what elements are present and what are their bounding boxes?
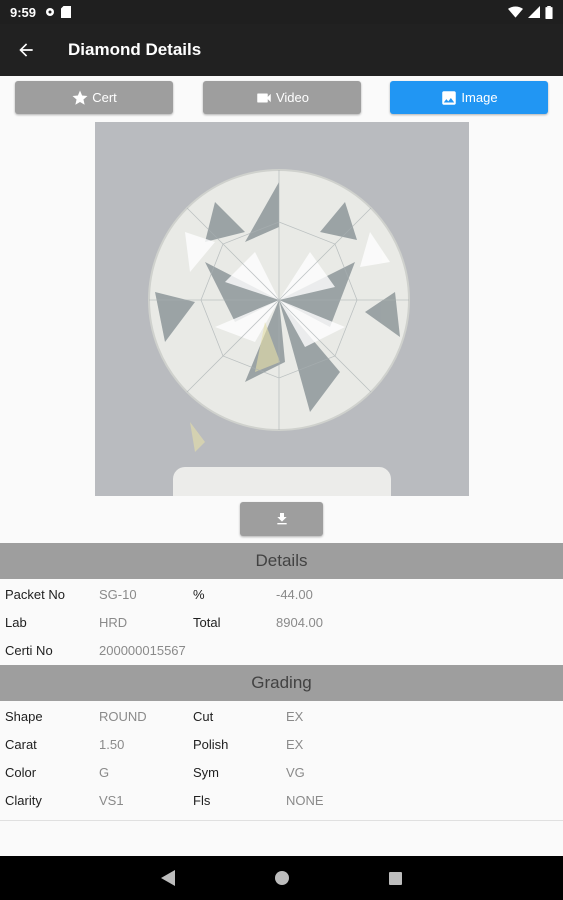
- fls-label: Fls: [193, 793, 211, 808]
- table-row: Shape ROUND Cut EX: [0, 702, 563, 730]
- polish-label: Polish: [193, 737, 229, 752]
- fls-value: NONE: [286, 793, 324, 808]
- signal-icon: [528, 6, 540, 18]
- status-bar: 9:59: [0, 0, 563, 24]
- table-row: Clarity VS1 Fls NONE: [0, 786, 563, 814]
- diamond-image: [95, 122, 469, 496]
- clarity-label: Clarity: [5, 793, 42, 808]
- percent-value: -44.00: [276, 587, 313, 602]
- total-label: Total: [193, 615, 221, 630]
- shape-value: ROUND: [99, 709, 147, 724]
- table-row: Certi No 200000015567: [0, 636, 563, 664]
- tab-cert-label: Cert: [92, 90, 117, 105]
- table-row: Packet No SG-10 % -44.00: [0, 580, 563, 608]
- tab-video-label: Video: [275, 90, 309, 105]
- arrow-back-icon: [19, 43, 33, 57]
- color-label: Color: [5, 765, 37, 780]
- tab-image[interactable]: Image: [390, 81, 548, 114]
- sym-label: Sym: [193, 765, 219, 780]
- nav-back-icon[interactable]: [161, 870, 175, 886]
- carat-label: Carat: [5, 737, 37, 752]
- settings-icon: [46, 8, 55, 16]
- shape-label: Shape: [5, 709, 43, 724]
- certi-no-label: Certi No: [5, 643, 53, 658]
- status-time: 9:59: [10, 4, 37, 20]
- packet-no-label: Packet No: [5, 587, 65, 602]
- nav-home-icon[interactable]: [275, 871, 289, 885]
- clarity-value: VS1: [99, 793, 124, 808]
- certi-no-value: 200000015567: [99, 643, 186, 658]
- download-icon: [276, 513, 287, 525]
- percent-label: %: [193, 587, 205, 602]
- cut-value: EX: [286, 709, 304, 724]
- download-button[interactable]: [240, 502, 323, 536]
- media-tabs: Cert Video Image: [0, 76, 563, 120]
- lab-label: Lab: [5, 615, 27, 630]
- total-value: 8904.00: [276, 615, 323, 630]
- color-value: G: [99, 765, 110, 780]
- videocam-icon: [257, 93, 271, 102]
- table-row: Color G Sym VG: [0, 758, 563, 786]
- system-nav-bar: [0, 856, 563, 900]
- cut-label: Cut: [193, 709, 214, 724]
- star-icon: [72, 90, 88, 105]
- back-button[interactable]: [0, 24, 52, 76]
- sym-value: VG: [286, 765, 305, 780]
- details-header: Details: [0, 543, 563, 579]
- tab-cert[interactable]: Cert: [15, 81, 173, 114]
- image-icon: [442, 90, 457, 105]
- table-row: Carat 1.50 Polish EX: [0, 730, 563, 758]
- nav-recents-icon[interactable]: [389, 871, 402, 885]
- lab-value: HRD: [99, 615, 128, 630]
- divider: [0, 820, 563, 821]
- page-title: Diamond Details: [68, 40, 202, 59]
- carat-value: 1.50: [99, 737, 125, 752]
- tab-image-label: Image: [461, 90, 498, 105]
- tab-video[interactable]: Video: [203, 81, 361, 114]
- sd-card-icon: [61, 6, 72, 18]
- wifi-icon: [508, 6, 523, 18]
- packet-no-value: SG-10: [99, 587, 137, 602]
- grading-header: Grading: [0, 665, 563, 701]
- app-bar: Diamond Details: [0, 24, 563, 76]
- battery-icon: [545, 5, 553, 19]
- polish-value: EX: [286, 737, 304, 752]
- table-row: Lab HRD Total 8904.00: [0, 608, 563, 636]
